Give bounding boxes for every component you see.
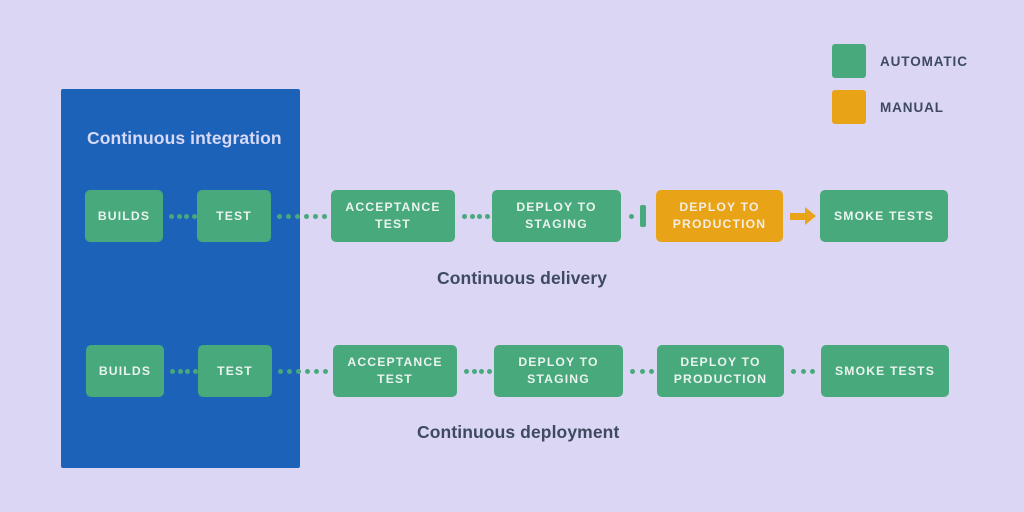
connector-dot	[323, 368, 328, 374]
node-builds-delivery: BUILDS	[85, 190, 163, 242]
node-label: TEST	[216, 208, 252, 223]
connector-dot	[486, 368, 492, 374]
arrow-production-to-smoke-tests-delivery	[790, 207, 816, 225]
node-label-line1: DEPLOY TO	[516, 200, 597, 215]
node-builds-deployment: BUILDS	[86, 345, 164, 397]
connector-dot	[296, 368, 301, 374]
node-test-delivery: TEST	[197, 190, 271, 242]
continuous-integration-title: Continuous integration	[87, 128, 282, 148]
node-test-deployment: TEST	[198, 345, 272, 397]
legend-swatch-automatic	[832, 44, 866, 78]
legend-item-manual: MANUAL	[832, 90, 1012, 124]
node-label-line2: TEST	[375, 217, 411, 231]
node-label: SMOKE TESTS	[834, 363, 935, 378]
connector-dot	[313, 213, 318, 219]
connector-test-to-acceptance-delivery	[277, 213, 327, 219]
connector-dot	[286, 213, 291, 219]
connector-dot	[185, 368, 191, 374]
node-acceptance-test-deployment: ACCEPTANCE TEST	[333, 345, 457, 397]
node-label: BUILDS	[97, 208, 151, 223]
connector-dot	[469, 213, 475, 219]
connector-dot	[630, 368, 635, 374]
connector-dot	[484, 213, 490, 219]
connector-dot	[277, 213, 282, 219]
node-acceptance-test-delivery: ACCEPTANCE TEST	[331, 190, 455, 242]
node-label-line2: PRODUCTION	[673, 372, 768, 386]
node-label-line1: ACCEPTANCE	[347, 355, 443, 370]
connector-dot	[304, 213, 309, 219]
connector-dot	[479, 368, 485, 374]
legend-item-automatic: AUTOMATIC	[832, 44, 1012, 78]
node-smoke-tests-deployment: SMOKE TESTS	[821, 345, 949, 397]
connector-dot	[169, 213, 174, 219]
node-label: ACCEPTANCE TEST	[345, 199, 440, 233]
legend: AUTOMATIC MANUAL	[832, 44, 1012, 136]
continuous-integration-panel: Continuous integration	[61, 89, 300, 468]
connector-dot	[176, 213, 182, 219]
connector-dot	[177, 368, 183, 374]
connector-production-to-smoke-tests-deployment	[791, 368, 815, 374]
connector-dot	[649, 368, 654, 374]
arrow-head-icon	[805, 207, 816, 225]
node-label-line1: ACCEPTANCE	[345, 200, 441, 215]
legend-label-automatic: AUTOMATIC	[880, 53, 968, 69]
connector-dot	[471, 368, 477, 374]
node-label: BUILDS	[98, 363, 152, 378]
diagram-canvas: AUTOMATIC MANUAL Continuous integration …	[0, 0, 1024, 512]
connector-dot	[184, 213, 190, 219]
connector-acceptance-to-staging-delivery	[462, 213, 490, 219]
node-label: ACCEPTANCE TEST	[347, 354, 442, 388]
legend-swatch-manual	[832, 90, 866, 124]
connector-dot	[462, 213, 467, 219]
connector-dot	[791, 368, 796, 374]
connector-dot	[639, 368, 645, 374]
node-label: DEPLOY TO STAGING	[518, 354, 598, 388]
connector-dot	[800, 368, 806, 374]
node-label-line2: PRODUCTION	[672, 217, 767, 231]
node-deploy-to-production-delivery: DEPLOY TO PRODUCTION	[656, 190, 783, 242]
node-label: DEPLOY TO PRODUCTION	[674, 354, 767, 388]
connector-dot	[810, 368, 815, 374]
connector-bar	[640, 205, 646, 227]
connector-dot	[314, 368, 319, 374]
node-smoke-tests-delivery: SMOKE TESTS	[820, 190, 948, 242]
caption-continuous-delivery: Continuous delivery	[437, 268, 608, 288]
connector-builds-to-test-delivery	[169, 213, 197, 219]
node-label-line1: DEPLOY TO	[680, 355, 761, 370]
legend-label-manual: MANUAL	[880, 99, 944, 115]
arrow-shaft	[790, 212, 805, 220]
node-label-line2: STAGING	[525, 217, 588, 231]
node-label: DEPLOY TO STAGING	[516, 199, 596, 233]
connector-staging-to-production-deployment	[630, 368, 654, 374]
caption-continuous-deployment: Continuous deployment	[417, 422, 620, 442]
node-deploy-to-staging-deployment: DEPLOY TO STAGING	[494, 345, 623, 397]
connector-dot	[287, 368, 292, 374]
node-label-line1: DEPLOY TO	[518, 355, 599, 370]
node-deploy-to-production-deployment: DEPLOY TO PRODUCTION	[657, 345, 784, 397]
node-label-line1: DEPLOY TO	[679, 200, 760, 215]
connector-acceptance-to-staging-deployment	[464, 368, 492, 374]
connector-staging-to-production-delivery	[629, 205, 646, 227]
connector-dot	[295, 213, 300, 219]
connector-dot	[305, 368, 310, 374]
connector-dot	[477, 213, 483, 219]
connector-builds-to-test-deployment	[170, 368, 198, 374]
node-label-line2: TEST	[377, 372, 413, 386]
node-label: SMOKE TESTS	[833, 208, 934, 223]
connector-test-to-acceptance-deployment	[278, 368, 328, 374]
node-deploy-to-staging-delivery: DEPLOY TO STAGING	[492, 190, 621, 242]
connector-dot	[322, 213, 327, 219]
connector-dot	[278, 368, 283, 374]
node-label: TEST	[217, 363, 253, 378]
connector-dot	[464, 368, 469, 374]
connector-dot	[629, 213, 634, 219]
node-label: DEPLOY TO PRODUCTION	[673, 199, 766, 233]
connector-dot	[170, 368, 175, 374]
node-label-line2: STAGING	[527, 372, 590, 386]
